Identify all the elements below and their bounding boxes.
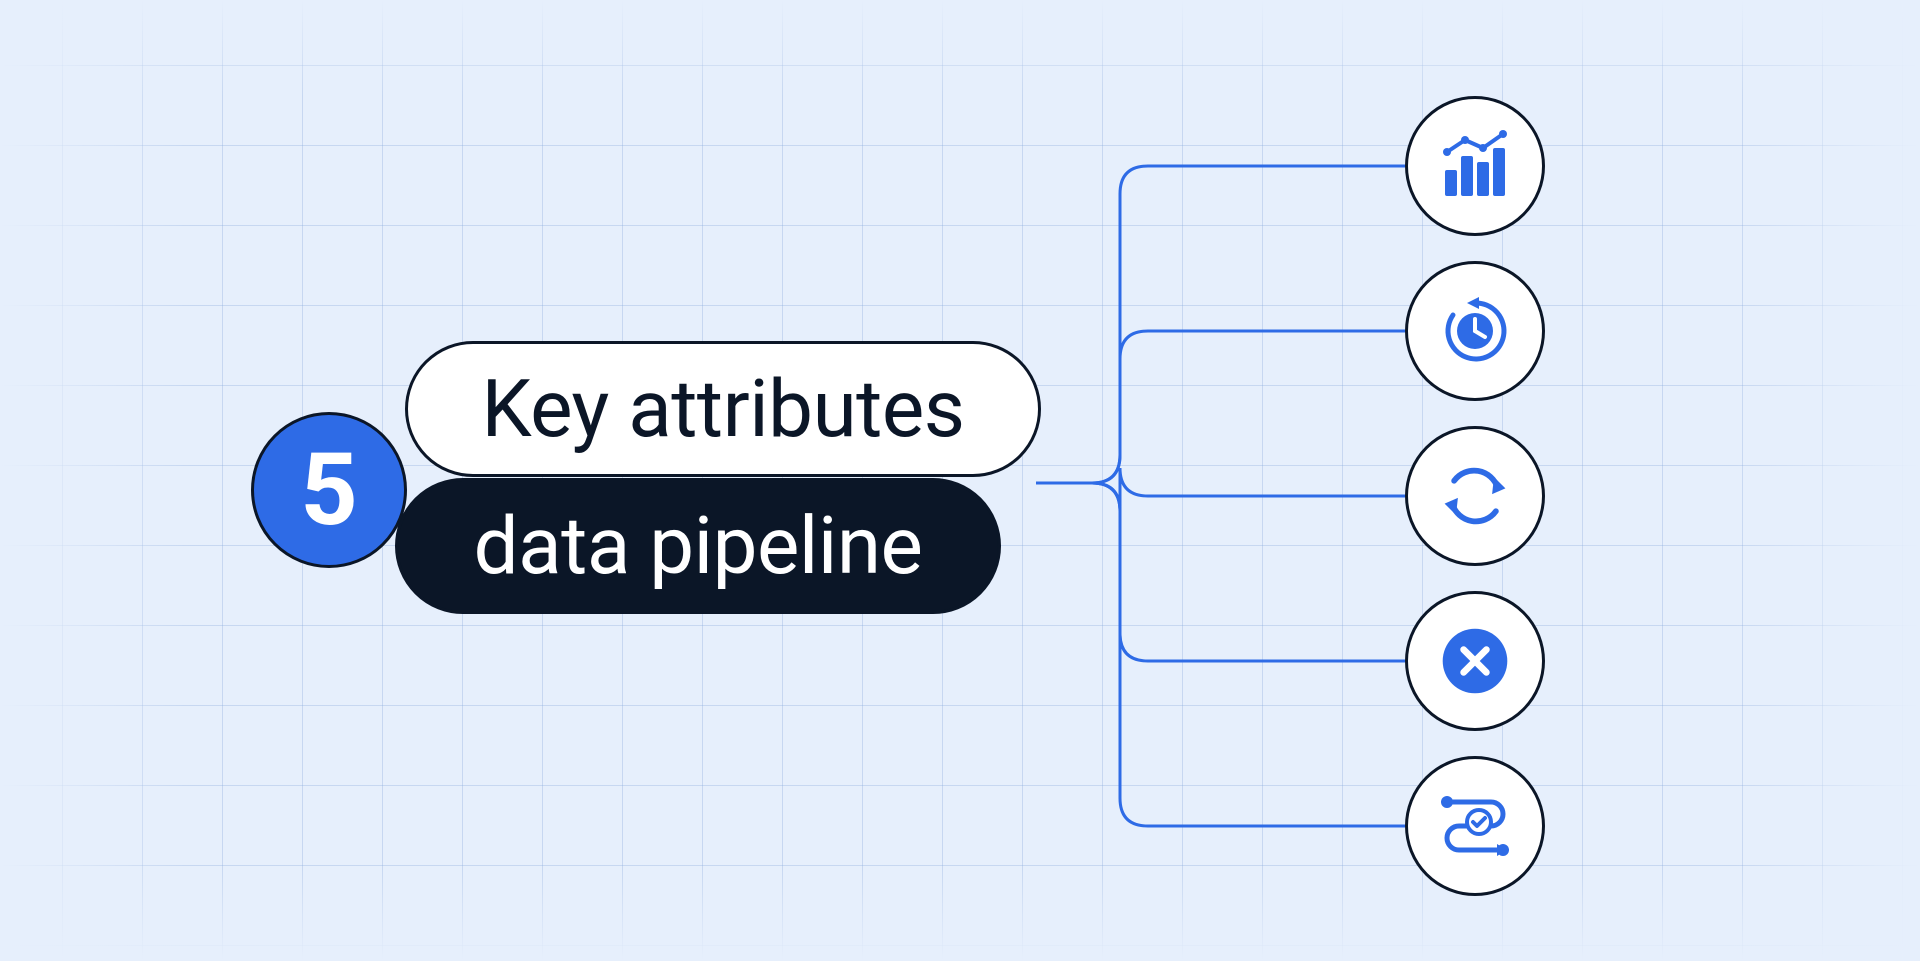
node-sync	[1405, 426, 1545, 566]
node-reject	[1405, 591, 1545, 731]
title-line-2: data pipeline	[474, 499, 923, 593]
x-circle-icon	[1437, 623, 1513, 699]
node-history	[1405, 261, 1545, 401]
count-badge: 5	[251, 412, 407, 568]
diagram-canvas: Key attributes data pipeline 5	[0, 0, 1920, 961]
bar-chart-trend-icon	[1435, 126, 1515, 206]
node-workflow	[1405, 756, 1545, 896]
clock-refresh-icon	[1435, 291, 1515, 371]
title-pill-bottom: data pipeline	[395, 478, 1001, 614]
node-analytics	[1405, 96, 1545, 236]
title-pill-top: Key attributes	[405, 341, 1041, 477]
sync-arrows-icon	[1437, 458, 1513, 534]
title-line-1: Key attributes	[481, 362, 964, 456]
workflow-check-icon	[1433, 784, 1517, 868]
count-badge-number: 5	[300, 432, 357, 549]
